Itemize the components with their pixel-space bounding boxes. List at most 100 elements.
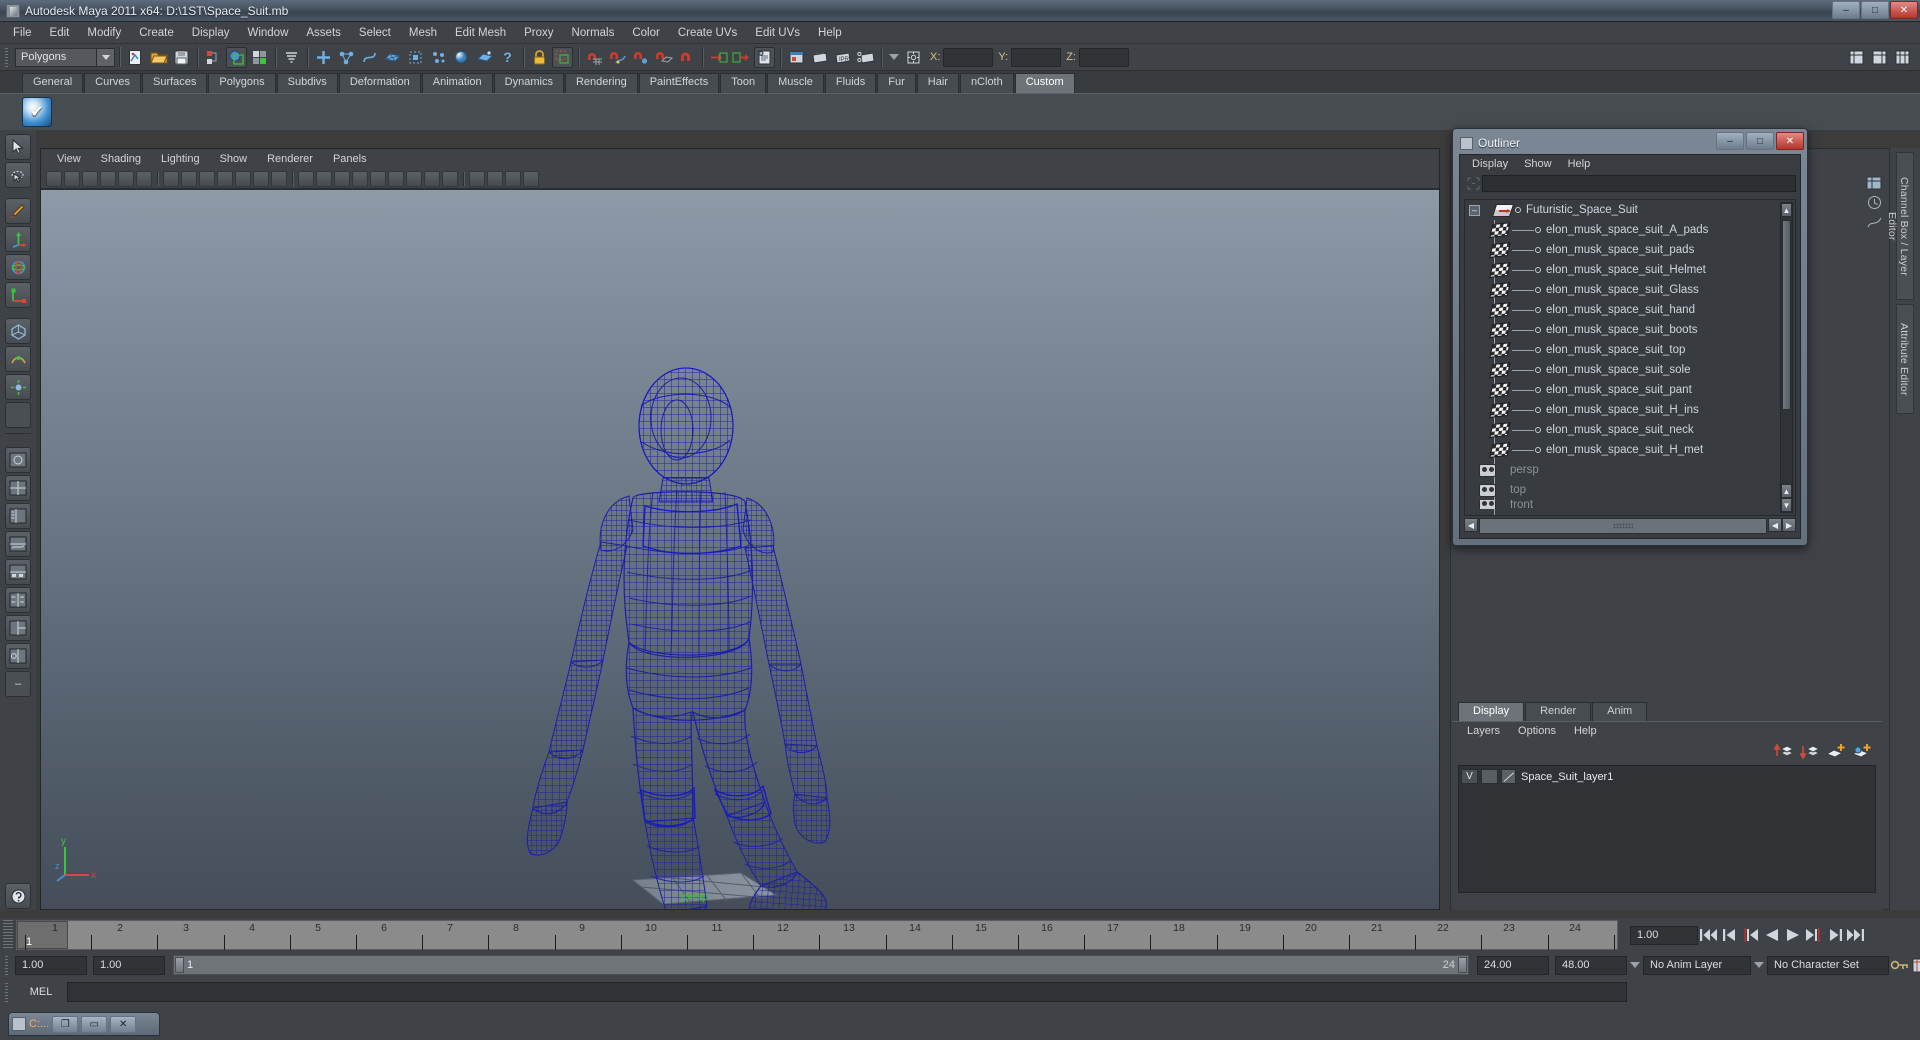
persp-relationship-layout-icon[interactable]: [5, 587, 31, 613]
move-layer-up-icon[interactable]: [1773, 742, 1795, 760]
outliner-row-camera[interactable]: top: [1465, 480, 1795, 500]
layer-color-swatch[interactable]: [1501, 769, 1516, 784]
outliner-row-mesh[interactable]: elon_musk_space_suit_H_met: [1465, 440, 1795, 460]
shelf-tab-animation[interactable]: Animation: [421, 73, 493, 93]
select-by-object-type-icon[interactable]: [226, 46, 247, 68]
select-mask-menu-icon[interactable]: [281, 47, 302, 68]
range-slider-grip[interactable]: [3, 954, 12, 976]
taskbar-maximize-button[interactable]: ▭: [81, 1015, 108, 1033]
select-handle-icon[interactable]: [313, 47, 334, 68]
lasso-tool-icon[interactable]: [5, 162, 31, 188]
menu-item-modify[interactable]: Modify: [78, 25, 130, 41]
two-d-pan-zoom-icon[interactable]: [136, 170, 152, 187]
outliner-vertical-scrollbar[interactable]: ▲ ▲ ▼: [1780, 202, 1793, 513]
step-forward-frame-icon[interactable]: [1803, 925, 1824, 945]
smooth-shade-all-icon[interactable]: [316, 170, 332, 187]
render-view-icon[interactable]: [786, 47, 807, 68]
help-question-icon[interactable]: ?: [497, 47, 518, 68]
persp-uv-layout-icon[interactable]: [5, 615, 31, 641]
outliner-minimize-button[interactable]: –: [1716, 132, 1744, 150]
outliner-menu-help[interactable]: Help: [1560, 158, 1599, 170]
make-live-icon[interactable]: [708, 47, 729, 68]
camera-attributes-icon[interactable]: [82, 170, 98, 187]
range-start-handle[interactable]: [175, 957, 184, 973]
filter-icon[interactable]: [1464, 175, 1482, 191]
shelf-tab-general[interactable]: General: [22, 73, 84, 93]
new-scene-icon[interactable]: [125, 47, 146, 68]
outliner-row-mesh[interactable]: elon_musk_space_suit_pads: [1465, 240, 1795, 260]
attribute-editor-tab[interactable]: Attribute Editor: [1896, 304, 1914, 414]
open-scene-icon[interactable]: [148, 47, 169, 68]
outliner-horizontal-scrollbar[interactable]: ◀ ◀ ▶: [1464, 518, 1796, 534]
resolution-gate-icon[interactable]: [199, 170, 215, 187]
menu-item-mesh[interactable]: Mesh: [400, 25, 446, 41]
text-overlay-icon[interactable]: [271, 170, 287, 187]
play-backwards-icon[interactable]: [1761, 925, 1782, 945]
range-bar[interactable]: 1 24: [173, 955, 1469, 975]
soft-modification-icon[interactable]: [5, 346, 31, 372]
shelf-tab-curves[interactable]: Curves: [84, 73, 141, 93]
menu-item-proxy[interactable]: Proxy: [515, 25, 562, 41]
grid-toggle-icon[interactable]: [163, 170, 179, 187]
menu-item-file[interactable]: File: [4, 25, 41, 41]
hscroll-right-button[interactable]: ▶: [1782, 518, 1796, 532]
outliner-row-mesh[interactable]: elon_musk_space_suit_neck: [1465, 420, 1795, 440]
animation-preferences-icon[interactable]: [1910, 955, 1920, 975]
menu-item-help[interactable]: Help: [809, 25, 851, 41]
outliner-row-mesh[interactable]: elon_musk_space_suit_hand: [1465, 300, 1795, 320]
select-dynamics-icon[interactable]: [428, 47, 449, 68]
layer-row[interactable]: V Space_Suit_layer1: [1461, 768, 1873, 785]
render-current-frame-icon[interactable]: [809, 47, 830, 68]
wireframe-shading-icon[interactable]: [298, 170, 314, 187]
step-back-key-icon[interactable]: [1719, 925, 1740, 945]
selection-mode-icon[interactable]: [552, 46, 573, 68]
isolate-select-icon[interactable]: [469, 170, 485, 187]
coord-field-y[interactable]: [1011, 47, 1062, 67]
joints-xray-icon[interactable]: [253, 170, 269, 187]
outliner-row-mesh[interactable]: elon_musk_space_suit_Glass: [1465, 280, 1795, 300]
outliner-row-camera[interactable]: persp: [1465, 460, 1795, 480]
persp-hypershade-layout-icon[interactable]: [5, 559, 31, 585]
range-start-field[interactable]: 1.00: [93, 955, 165, 975]
select-misc-icon[interactable]: [474, 47, 495, 68]
absolute-transform-icon[interactable]: [903, 47, 924, 68]
taskbar-restore-button[interactable]: ❐: [52, 1015, 79, 1033]
select-curve-icon[interactable]: [359, 47, 380, 68]
select-rendering-icon[interactable]: [451, 47, 472, 68]
lock-camera-icon[interactable]: [64, 170, 80, 187]
show-channel-box-icon[interactable]: [1846, 47, 1867, 68]
select-camera-icon[interactable]: [46, 170, 62, 187]
coord-field-x[interactable]: [943, 47, 994, 67]
viewport-menu-lighting[interactable]: Lighting: [151, 152, 210, 166]
shelf-tab-toon[interactable]: Toon: [720, 73, 767, 93]
persp-outliner-layout-icon[interactable]: [5, 503, 31, 529]
layer-visibility-toggle[interactable]: V: [1461, 769, 1478, 784]
range-end-field[interactable]: 24.00: [1477, 955, 1549, 975]
shelf-tab-deformation[interactable]: Deformation: [338, 73, 421, 93]
layer-mode-toggle[interactable]: [1481, 769, 1498, 784]
command-line-grip[interactable]: [3, 981, 12, 1003]
select-by-component-type-icon[interactable]: [249, 47, 270, 68]
expand-collapse-icon[interactable]: –: [1469, 204, 1480, 216]
shelf-tab-fluids[interactable]: Fluids: [824, 73, 877, 93]
textured-icon[interactable]: [388, 170, 404, 187]
flat-shade-icon[interactable]: [352, 170, 368, 187]
shelf-tab-polygons[interactable]: Polygons: [208, 73, 276, 93]
time-slider-grip[interactable]: [3, 920, 13, 950]
snap-to-curve-icon[interactable]: [607, 47, 628, 68]
viewport-menu-view[interactable]: View: [47, 152, 91, 166]
lock-icon[interactable]: [529, 47, 550, 68]
viewport-3d-canvas[interactable]: y x z persp: [41, 190, 1439, 909]
shelf-tab-custom[interactable]: Custom: [1014, 73, 1075, 93]
show-tool-settings-icon[interactable]: [1892, 47, 1913, 68]
move-layer-down-icon[interactable]: [1799, 743, 1821, 760]
menu-item-normals[interactable]: Normals: [563, 25, 624, 41]
exit-live-icon[interactable]: [731, 47, 752, 68]
film-gate-icon[interactable]: [181, 170, 197, 187]
character-set-field[interactable]: No Character Set: [1767, 955, 1889, 975]
anim-layer-dropdown-icon[interactable]: [1627, 956, 1643, 974]
transform-field-dropdown-icon[interactable]: [886, 48, 902, 66]
hscroll-left-button-2[interactable]: ◀: [1768, 518, 1782, 532]
snap-to-grid-icon[interactable]: [584, 47, 605, 68]
snap-to-view-plane-icon[interactable]: [676, 47, 697, 68]
